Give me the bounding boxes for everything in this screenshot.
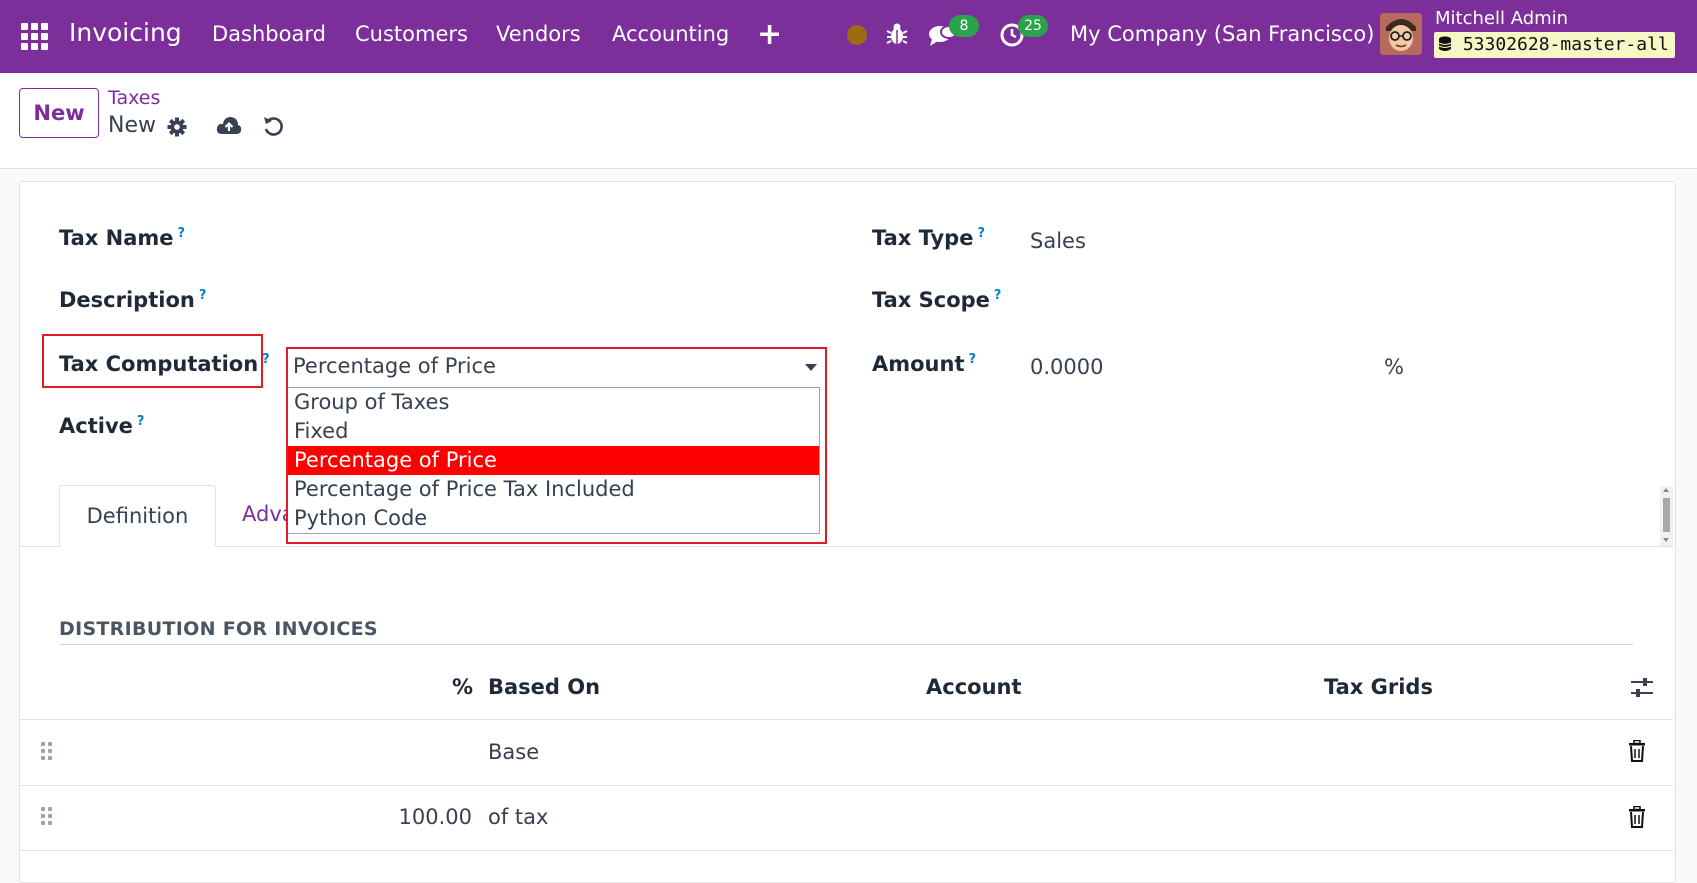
active-label: Active? xyxy=(59,414,145,438)
column-percent[interactable]: % xyxy=(452,675,473,699)
amount-label: Amount? xyxy=(872,352,977,376)
tax-computation-value: Percentage of Price xyxy=(293,354,496,378)
scrollbar[interactable] xyxy=(1660,486,1673,546)
avatar[interactable] xyxy=(1380,13,1422,55)
scrollbar-thumb[interactable] xyxy=(1663,498,1670,532)
scroll-up-arrow[interactable] xyxy=(1663,488,1669,492)
row1-based-on[interactable]: Base xyxy=(488,740,539,764)
user-name[interactable]: Mitchell Admin xyxy=(1435,8,1568,29)
database-name: 53302628-master-all xyxy=(1462,34,1669,55)
gear-icon[interactable] xyxy=(167,117,187,137)
amount-field[interactable]: 0.0000 xyxy=(1030,355,1103,379)
breadcrumb-taxes[interactable]: Taxes xyxy=(108,87,160,109)
control-panel: New Taxes New xyxy=(0,73,1697,169)
tax-computation-select[interactable]: Percentage of Price xyxy=(287,348,825,386)
new-button[interactable]: New xyxy=(19,88,99,138)
company-switcher[interactable]: My Company (San Francisco) xyxy=(1070,22,1374,46)
database-badge: 53302628-master-all xyxy=(1434,32,1675,58)
menu-accounting[interactable]: Accounting xyxy=(612,22,729,46)
tax-name-label: Tax Name? xyxy=(59,226,186,250)
row-divider xyxy=(20,850,1673,851)
tax-type-label: Tax Type? xyxy=(872,226,985,250)
tab-definition[interactable]: Definition xyxy=(59,485,216,547)
tax-computation-options: Group of Taxes Fixed Percentage of Price… xyxy=(287,387,820,534)
plus-icon[interactable]: + xyxy=(757,17,782,52)
form-sheet xyxy=(19,181,1676,883)
trash-icon[interactable] xyxy=(1628,740,1646,762)
distribution-title: DISTRIBUTION FOR INVOICES xyxy=(59,618,378,640)
chevron-down-icon xyxy=(805,364,817,371)
menu-customers[interactable]: Customers xyxy=(355,22,468,46)
tax-computation-label: Tax Computation? xyxy=(59,352,270,376)
column-tax-grids[interactable]: Tax Grids xyxy=(1324,675,1433,699)
amount-unit: % xyxy=(1384,355,1404,379)
column-based-on[interactable]: Based On xyxy=(488,675,600,699)
option-percentage-tax-included[interactable]: Percentage of Price Tax Included xyxy=(288,475,819,504)
breadcrumb-current: New xyxy=(108,113,156,138)
activities-badge: 25 xyxy=(1018,15,1048,37)
menu-dashboard[interactable]: Dashboard xyxy=(212,22,326,46)
scroll-down-arrow[interactable] xyxy=(1663,538,1669,542)
option-percentage-of-price[interactable]: Percentage of Price xyxy=(288,446,819,475)
apps-menu-icon[interactable] xyxy=(21,23,49,51)
tax-scope-label: Tax Scope? xyxy=(872,288,1002,312)
discard-icon[interactable] xyxy=(262,115,284,137)
status-dot-icon[interactable] xyxy=(847,25,867,45)
section-divider xyxy=(59,644,1633,645)
app-name[interactable]: Invoicing xyxy=(69,18,182,47)
row2-based-on[interactable]: of tax xyxy=(488,805,548,829)
drag-handle-icon[interactable] xyxy=(41,742,55,762)
optional-columns-icon[interactable] xyxy=(1630,677,1654,699)
database-icon xyxy=(1438,36,1452,51)
column-account[interactable]: Account xyxy=(926,675,1022,699)
trash-icon[interactable] xyxy=(1628,806,1646,828)
messages-badge: 8 xyxy=(949,15,979,37)
drag-handle-icon[interactable] xyxy=(41,807,55,827)
option-group-of-taxes[interactable]: Group of Taxes xyxy=(288,388,819,417)
option-fixed[interactable]: Fixed xyxy=(288,417,819,446)
tabs-divider xyxy=(20,546,1673,547)
bug-icon[interactable] xyxy=(886,22,908,46)
cloud-upload-icon[interactable] xyxy=(216,115,242,137)
row-divider xyxy=(20,785,1673,786)
option-python-code[interactable]: Python Code xyxy=(288,504,819,533)
row2-percent[interactable]: 100.00 xyxy=(300,805,472,829)
menu-vendors[interactable]: Vendors xyxy=(496,22,581,46)
top-navbar: Invoicing Dashboard Customers Vendors Ac… xyxy=(0,0,1697,73)
header-divider xyxy=(20,719,1673,720)
tax-type-field[interactable]: Sales xyxy=(1030,229,1086,253)
description-label: Description? xyxy=(59,288,207,312)
